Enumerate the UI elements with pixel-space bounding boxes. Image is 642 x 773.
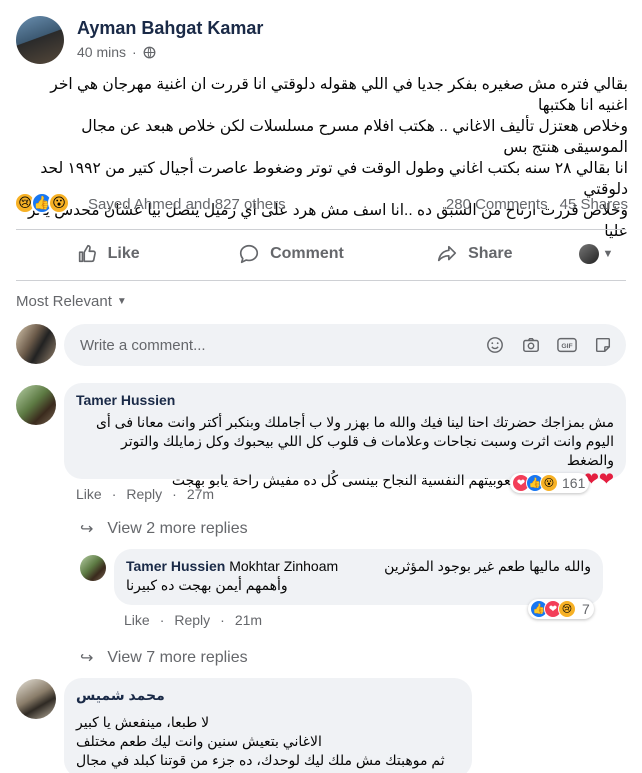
post-line: وخلاص هعتزل تأليف الاغاني .. هكتب افلام … — [81, 118, 628, 156]
reaction-icons[interactable]: 😢 👍 😮 — [14, 192, 70, 214]
reaction-profile-selector[interactable]: ▼ — [566, 234, 626, 274]
view-replies-label: View 2 more replies — [107, 520, 248, 537]
comment-time[interactable]: 21m — [235, 612, 262, 628]
comment-reply-link[interactable]: Reply — [126, 486, 162, 502]
comment-text: لا طبعا، مينفعش يا كبير الاغاني بتعيش سن… — [76, 713, 460, 773]
author-avatar[interactable] — [16, 16, 64, 64]
post-line: انا بقالي ٢٨ سنه بكتب اغاني وطول الوقت ف… — [40, 160, 628, 198]
comment-line: الاغاني بتعيش سنين وانت ليك طعم مختلف — [76, 733, 322, 749]
view-more-replies[interactable]: ↪ View 7 more replies — [80, 648, 248, 668]
view-replies-label: View 7 more replies — [107, 649, 248, 666]
post-line: بقالي فتره مش صغيره بفكر جديا في اللي هق… — [50, 76, 628, 114]
current-user-avatar[interactable] — [16, 324, 56, 364]
caret-down-icon: ▼ — [116, 296, 127, 307]
comment-line: ثم موهبتك مش ملك ليك لوحدك، ده جزء من قو… — [76, 752, 445, 773]
comment-like-link[interactable]: Like — [124, 612, 150, 628]
comment-bubble: Tamer Hussien مش بمزاجك حضرتك احنا لينا … — [64, 383, 626, 489]
comment-author[interactable]: Tamer Hussien — [126, 558, 225, 574]
camera-icon[interactable] — [520, 334, 542, 356]
reaction-names[interactable]: Sayed Ahmed and 827 others — [88, 196, 286, 213]
comment-reply-link[interactable]: Reply — [174, 612, 210, 628]
comment-line: لا طبعا، مينفعش يا كبير — [76, 714, 210, 730]
comment-line: اليوم وانت اثرت وسبت نجاحات وعلامات ف قل… — [120, 433, 614, 468]
wow-reaction-icon: 😮 — [48, 192, 70, 214]
engagement-counts: 280 Comments 45 Shares — [446, 196, 628, 213]
post-author-name[interactable]: Ayman Bahgat Kamar — [77, 18, 263, 39]
commenter-avatar[interactable] — [80, 555, 106, 581]
post-body: بقالي فتره مش صغيره بفكر جديا في اللي هق… — [16, 74, 628, 242]
divider — [16, 280, 626, 281]
comment-actions: Like · Reply · 27m — [76, 486, 215, 502]
comment-bubble: محمد شميس لا طبعا، مينفعش يا كبير الاغان… — [64, 678, 472, 773]
comment-line: والله ماليها طعم غير بوجود المؤثرين — [384, 558, 591, 574]
reply-arrow-icon: ↪ — [80, 650, 94, 667]
comment-actions: Like · Reply · 21m — [124, 612, 263, 628]
post-actions: Like Comment Share ▼ — [16, 234, 626, 274]
emoji-icon[interactable] — [484, 334, 506, 356]
wow-reaction-icon: 😮 — [540, 474, 558, 492]
thumbs-up-icon — [78, 244, 96, 263]
comment-line: وأهمهم أيمن بهجت ده كبيرنا — [126, 577, 288, 593]
gif-icon[interactable]: GIF — [556, 334, 578, 356]
comment-reaction-count: 161 — [562, 475, 586, 491]
comment-label: Comment — [270, 245, 344, 262]
post-time[interactable]: 40 mins — [77, 44, 126, 60]
comment-like-link[interactable]: Like — [76, 486, 102, 502]
divider — [16, 229, 626, 230]
profile-avatar — [578, 244, 599, 264]
globe-icon[interactable] — [143, 46, 156, 59]
share-label: Share — [468, 245, 513, 262]
comment-author[interactable]: Tamer Hussien — [76, 392, 614, 408]
mention-link[interactable]: Mokhtar Zinhoam — [229, 558, 338, 574]
reply-arrow-icon: ↪ — [80, 521, 94, 538]
comment-button[interactable]: Comment — [199, 234, 382, 274]
share-button[interactable]: Share — [383, 234, 566, 274]
comment-input[interactable] — [80, 336, 484, 354]
comment-time[interactable]: 27m — [187, 486, 214, 502]
sticker-icon[interactable] — [592, 334, 614, 356]
comment-reactions[interactable]: ❤ 👍 😮 161 — [510, 473, 590, 493]
commenter-avatar[interactable] — [16, 679, 56, 719]
comment-reaction-count: 7 — [582, 601, 590, 617]
post-meta: 40 mins · — [77, 44, 156, 60]
comment-line: رغم صعوبيتهم النفسية النجاح بينسى كُل ده… — [171, 472, 550, 488]
shares-count[interactable]: 45 Shares — [560, 196, 628, 213]
comment-author[interactable]: محمد شميس — [76, 687, 460, 704]
commenter-avatar[interactable] — [16, 385, 56, 425]
like-button[interactable]: Like — [16, 234, 199, 274]
like-label: Like — [107, 245, 140, 262]
comments-count[interactable]: 280 Comments — [446, 196, 548, 213]
sad-reaction-icon: 😢 — [558, 600, 576, 618]
comment-filter[interactable]: Most Relevant ▼ — [16, 293, 127, 310]
comment-bubble: Tamer Hussien Mokhtar Zinhoam والله مالي… — [114, 549, 603, 605]
comment-filter-label: Most Relevant — [16, 293, 112, 310]
share-icon — [438, 245, 457, 262]
comment-reactions[interactable]: 👍 ❤ 😢 7 — [528, 599, 594, 619]
chevron-down-icon: ▼ — [602, 248, 614, 260]
comment-icon — [240, 244, 259, 264]
comment-composer: GIF — [64, 324, 626, 366]
view-more-replies[interactable]: ↪ View 2 more replies — [80, 519, 248, 539]
comment-line: مش بمزاجك حضرتك احنا لينا فيك والله ما ب… — [95, 414, 614, 430]
svg-text:GIF: GIF — [561, 343, 572, 350]
